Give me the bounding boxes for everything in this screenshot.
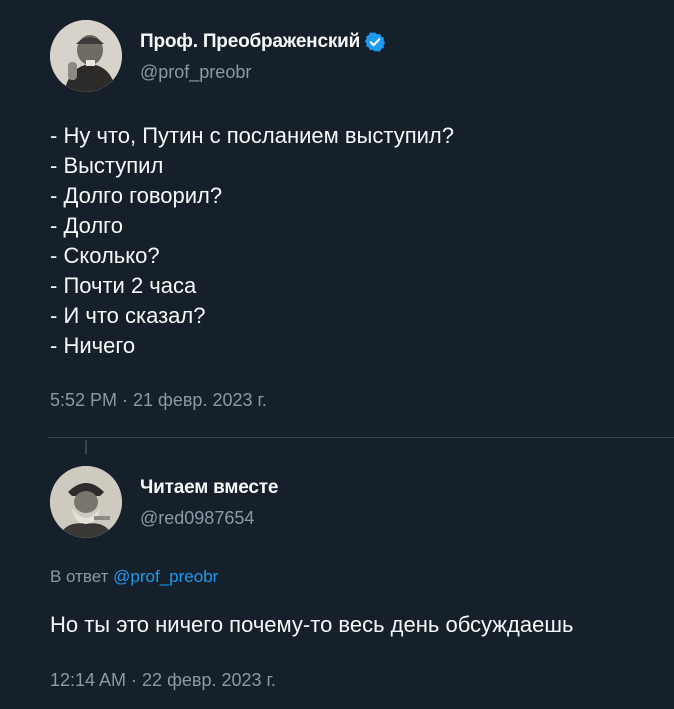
- tweet-text-line: - Долго говорил?: [50, 183, 223, 208]
- tweet-timestamp[interactable]: 5:52 PM · 21 февр. 2023 г.: [50, 390, 267, 411]
- reply-to-label: В ответ @prof_preobr: [50, 567, 218, 587]
- reply-author-handle[interactable]: @red0987654: [140, 508, 254, 529]
- reply-timestamp[interactable]: 12:14 AM · 22 февр. 2023 г.: [50, 670, 276, 691]
- reply-to-prefix: В ответ: [50, 567, 114, 586]
- tweet-text-line: - Сколько?: [50, 243, 160, 268]
- author-display-name[interactable]: Проф. Преображенский: [140, 31, 360, 53]
- avatar-photo-icon: [50, 466, 122, 538]
- reply-author-avatar[interactable]: [50, 466, 122, 538]
- reply-author-display-name[interactable]: Читаем вместе: [140, 477, 278, 499]
- reply-author-name-row: Читаем вместе: [140, 477, 278, 499]
- tweet-text-line: - Выступил: [50, 153, 164, 178]
- avatar-photo-icon: [50, 20, 122, 92]
- tweet-text-line: - Долго: [50, 213, 123, 238]
- main-tweet[interactable]: Проф. Преображенский @prof_preobr - Ну ч…: [0, 0, 674, 438]
- conversation-page: Проф. Преображенский @prof_preobr - Ну ч…: [0, 0, 674, 709]
- tweet-text-line: - Ничего: [50, 333, 136, 358]
- author-handle[interactable]: @prof_preobr: [140, 62, 251, 83]
- tweet-text-line: - Почти 2 часа: [50, 273, 197, 298]
- verified-badge-icon[interactable]: [364, 31, 386, 53]
- tweet-text: - Ну что, Путин с посланием выступил? - …: [50, 121, 454, 361]
- reply-text: Но ты это ничего почему-то весь день обс…: [50, 612, 574, 637]
- reply-to-mention-link[interactable]: @prof_preobr: [113, 567, 218, 586]
- tweet-text-line: - Ну что, Путин с посланием выступил?: [50, 123, 454, 148]
- author-avatar[interactable]: [50, 20, 122, 92]
- author-name-row: Проф. Преображенский: [140, 31, 386, 53]
- tweet-text-line: - И что сказал?: [50, 303, 206, 328]
